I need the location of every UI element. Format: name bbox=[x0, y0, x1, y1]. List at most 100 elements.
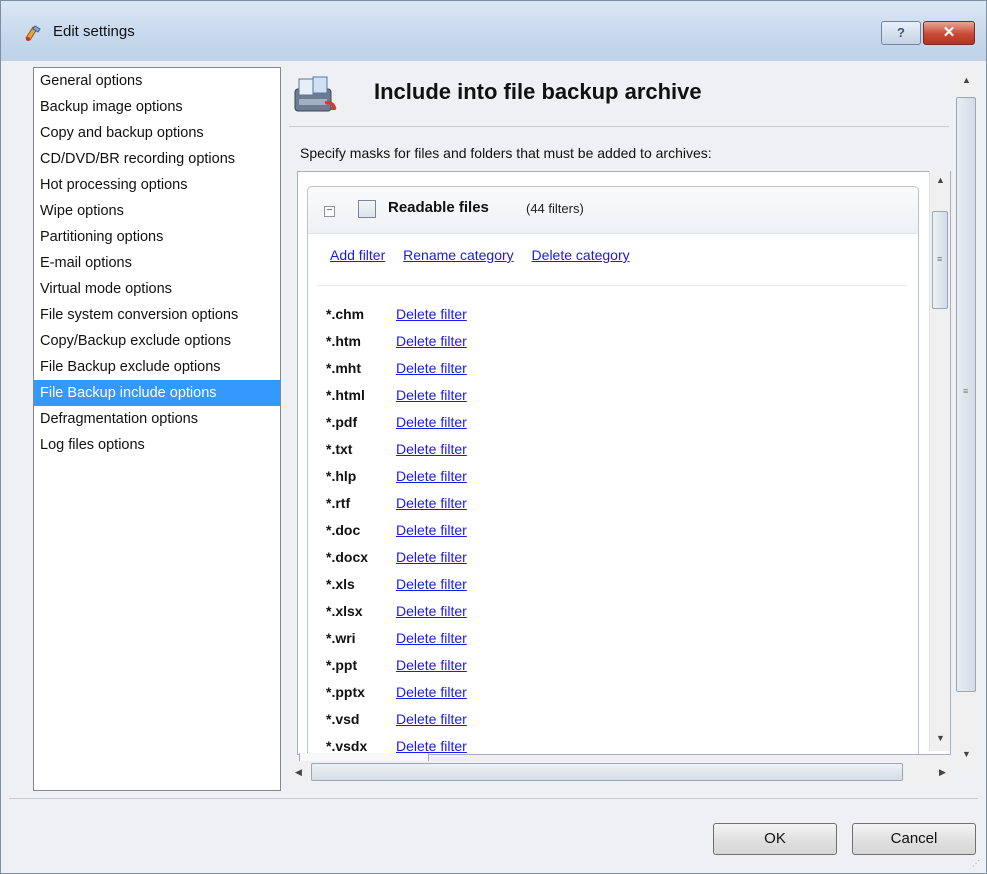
help-button[interactable]: ? bbox=[881, 21, 921, 45]
delete-category-link[interactable]: Delete category bbox=[532, 247, 630, 263]
delete-filter-link[interactable]: Delete filter bbox=[396, 630, 467, 646]
delete-filter-link[interactable]: Delete filter bbox=[396, 522, 467, 538]
filter-row: *.doc Delete filter bbox=[326, 517, 467, 544]
category-name: Readable files bbox=[388, 199, 489, 216]
delete-filter-link[interactable]: Delete filter bbox=[396, 468, 467, 484]
filter-row: *.chm Delete filter bbox=[326, 301, 467, 328]
settings-tools-icon bbox=[25, 25, 41, 41]
sidebar-item-wipe[interactable]: Wipe options bbox=[34, 198, 280, 224]
resize-grip-icon[interactable]: ⋰ bbox=[972, 859, 982, 869]
scroll-down-arrow-icon[interactable]: ▼ bbox=[962, 749, 971, 759]
filter-row: *.wri Delete filter bbox=[326, 625, 467, 652]
delete-filter-link[interactable]: Delete filter bbox=[396, 360, 467, 376]
sidebar-item-cd-dvd-br[interactable]: CD/DVD/BR recording options bbox=[34, 146, 280, 172]
delete-filter-link[interactable]: Delete filter bbox=[396, 657, 467, 673]
category-header: − Readable files (44 filters) bbox=[308, 187, 918, 234]
ok-button[interactable]: OK bbox=[713, 823, 837, 855]
file-backup-include-icon bbox=[294, 76, 337, 112]
cancel-button[interactable]: Cancel bbox=[852, 823, 976, 855]
dialog-content: General options Backup image options Cop… bbox=[9, 61, 978, 791]
delete-filter-link[interactable]: Delete filter bbox=[396, 738, 467, 754]
outer-vertical-scrollbar[interactable]: ▲ ≡ ▼ bbox=[956, 67, 976, 770]
filter-row: *.html Delete filter bbox=[326, 382, 467, 409]
filter-mask: *.doc bbox=[326, 522, 361, 538]
grip-icon: ≡ bbox=[963, 386, 968, 396]
header-divider bbox=[289, 126, 949, 127]
links-divider bbox=[318, 285, 906, 286]
filter-mask: *.pptx bbox=[326, 684, 365, 700]
filter-row: *.rtf Delete filter bbox=[326, 490, 467, 517]
delete-filter-link[interactable]: Delete filter bbox=[396, 495, 467, 511]
collapse-icon[interactable]: − bbox=[324, 206, 335, 217]
filter-vertical-scrollbar[interactable]: ▲ ≡ ▼ bbox=[929, 171, 950, 751]
delete-filter-link[interactable]: Delete filter bbox=[396, 441, 467, 457]
filter-mask: *.mht bbox=[326, 360, 361, 376]
filter-row: *.txt Delete filter bbox=[326, 436, 467, 463]
delete-filter-link[interactable]: Delete filter bbox=[396, 711, 467, 727]
delete-filter-link[interactable]: Delete filter bbox=[396, 414, 467, 430]
filter-grip-icon: ≡ bbox=[937, 254, 942, 264]
delete-filter-link[interactable]: Delete filter bbox=[396, 549, 467, 565]
filter-mask: *.htm bbox=[326, 333, 361, 349]
category-checkbox[interactable] bbox=[358, 200, 376, 218]
outer-scroll-thumb[interactable]: ≡ bbox=[956, 97, 976, 692]
filter-scroll-thumb[interactable]: ≡ bbox=[932, 211, 948, 309]
filter-row: *.ppt Delete filter bbox=[326, 652, 467, 679]
filter-row: *.pdf Delete filter bbox=[326, 409, 467, 436]
filter-panel: − Readable files (44 filters) Add filter… bbox=[297, 171, 951, 755]
sidebar-item-copy-backup[interactable]: Copy and backup options bbox=[34, 120, 280, 146]
filter-mask: *.xls bbox=[326, 576, 355, 592]
delete-filter-link[interactable]: Delete filter bbox=[396, 387, 467, 403]
filter-mask: *.txt bbox=[326, 441, 353, 457]
sidebar-item-file-backup-include[interactable]: File Backup include options bbox=[34, 380, 280, 406]
filter-row: *.vsdx Delete filter bbox=[326, 733, 467, 754]
title-bar: Edit settings ? ✕ bbox=[1, 1, 986, 61]
filter-mask: *.ppt bbox=[326, 657, 358, 673]
filter-mask: *.pdf bbox=[326, 414, 358, 430]
options-category-list[interactable]: General options Backup image options Cop… bbox=[33, 67, 281, 791]
edit-settings-window: Edit settings ? ✕ General options Backup… bbox=[0, 0, 987, 874]
filter-mask: *.chm bbox=[326, 306, 365, 322]
delete-filter-link[interactable]: Delete filter bbox=[396, 333, 467, 349]
scroll-up-arrow-icon[interactable]: ▲ bbox=[962, 75, 971, 85]
close-button[interactable]: ✕ bbox=[923, 21, 975, 45]
delete-filter-link[interactable]: Delete filter bbox=[396, 603, 467, 619]
rename-category-link[interactable]: Rename category bbox=[403, 247, 514, 263]
filter-row: *.hlp Delete filter bbox=[326, 463, 467, 490]
sidebar-item-email[interactable]: E-mail options bbox=[34, 250, 280, 276]
filter-mask: *.vsd bbox=[326, 711, 360, 727]
sidebar-item-copy-backup-exclude[interactable]: Copy/Backup exclude options bbox=[34, 328, 280, 354]
sidebar-item-partitioning[interactable]: Partitioning options bbox=[34, 224, 280, 250]
filter-row: *.docx Delete filter bbox=[326, 544, 467, 571]
sidebar-item-virtual-mode[interactable]: Virtual mode options bbox=[34, 276, 280, 302]
filter-mask: *.vsdx bbox=[326, 738, 368, 754]
sidebar-item-hot-processing[interactable]: Hot processing options bbox=[34, 172, 280, 198]
filter-mask: *.html bbox=[326, 387, 365, 403]
sidebar-item-backup-image[interactable]: Backup image options bbox=[34, 94, 280, 120]
sidebar-item-general[interactable]: General options bbox=[34, 68, 280, 94]
delete-filter-link[interactable]: Delete filter bbox=[396, 684, 467, 700]
scroll-left-arrow-icon[interactable]: ◀ bbox=[295, 767, 302, 778]
category-count: (44 filters) bbox=[526, 201, 584, 216]
window-title: Edit settings bbox=[53, 23, 135, 40]
sidebar-item-file-backup-exclude[interactable]: File Backup exclude options bbox=[34, 354, 280, 380]
filter-mask: *.hlp bbox=[326, 468, 357, 484]
sidebar-item-log-files[interactable]: Log files options bbox=[34, 432, 280, 458]
add-filter-link[interactable]: Add filter bbox=[330, 247, 385, 263]
filter-scroll-up-arrow-icon[interactable]: ▲ bbox=[936, 175, 945, 185]
scroll-right-arrow-icon[interactable]: ▶ bbox=[939, 767, 946, 778]
category-actions: Add filter Rename category Delete catego… bbox=[330, 247, 644, 263]
sidebar-item-defragmentation[interactable]: Defragmentation options bbox=[34, 406, 280, 432]
category-card: − Readable files (44 filters) Add filter… bbox=[307, 186, 919, 754]
filter-row: *.xls Delete filter bbox=[326, 571, 467, 598]
filter-row: *.htm Delete filter bbox=[326, 328, 467, 355]
delete-filter-link[interactable]: Delete filter bbox=[396, 576, 467, 592]
delete-filter-link[interactable]: Delete filter bbox=[396, 306, 467, 322]
sidebar-item-fs-conversion[interactable]: File system conversion options bbox=[34, 302, 280, 328]
filter-row: *.xlsx Delete filter bbox=[326, 598, 467, 625]
instruction-text: Specify masks for files and folders that… bbox=[300, 145, 712, 161]
filter-mask: *.xlsx bbox=[326, 603, 363, 619]
filter-scroll-down-arrow-icon[interactable]: ▼ bbox=[936, 733, 945, 743]
horizontal-scrollbar[interactable]: ◀ ▶ bbox=[289, 761, 951, 783]
horizontal-scroll-thumb[interactable] bbox=[311, 763, 903, 781]
